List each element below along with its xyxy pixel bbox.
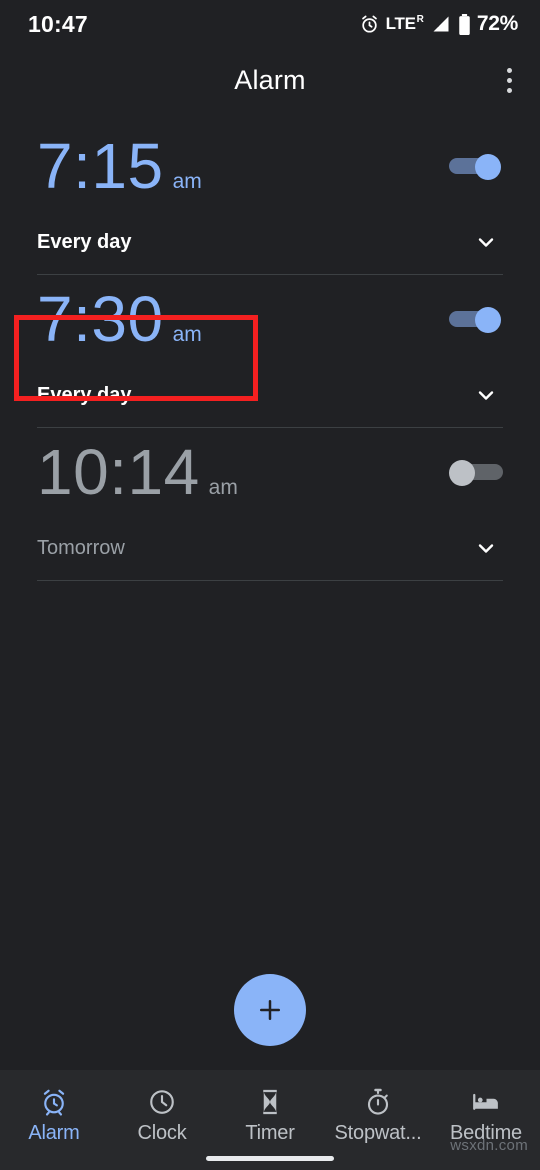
alarm-meridiem: am bbox=[172, 170, 202, 193]
alarm-schedule-label: Every day bbox=[37, 383, 132, 406]
alarm-item[interactable]: 7:15 am Every day bbox=[0, 122, 540, 274]
battery-percent: 72% bbox=[476, 12, 518, 35]
toggle-thumb bbox=[475, 307, 501, 333]
network-type-indicator: LTE R bbox=[385, 14, 424, 33]
alarm-time[interactable]: 7:15 am bbox=[37, 134, 202, 198]
alarm-time-value: 7:30 bbox=[37, 283, 164, 355]
nav-label: Timer bbox=[245, 1122, 295, 1144]
bottom-navigation: Alarm Clock Timer Stopwat... Bedtime bbox=[0, 1070, 540, 1170]
add-alarm-button[interactable] bbox=[234, 974, 306, 1046]
alarm-toggle[interactable] bbox=[449, 154, 503, 180]
chevron-down-icon[interactable] bbox=[469, 225, 503, 259]
alarm-list: 7:15 am Every day 7:30 am Every day 10:1… bbox=[0, 122, 540, 581]
battery-icon bbox=[458, 13, 471, 35]
plus-icon bbox=[260, 1000, 280, 1020]
nav-item-alarm[interactable]: Alarm bbox=[0, 1086, 108, 1145]
app-bar: Alarm bbox=[0, 48, 540, 112]
alarm-schedule-label: Tomorrow bbox=[37, 536, 125, 559]
alarm-time-row: 7:30 am bbox=[37, 275, 503, 363]
nav-label: Stopwat... bbox=[334, 1122, 422, 1144]
alarm-time[interactable]: 10:14 am bbox=[37, 440, 238, 504]
alarm-app-screen: 10:47 LTE R 72% Alarm 7:15 am Every day … bbox=[0, 0, 540, 1170]
alarm-time-row: 10:14 am bbox=[37, 428, 503, 516]
alarm-clock-icon bbox=[39, 1086, 69, 1118]
nav-item-clock[interactable]: Clock bbox=[108, 1086, 216, 1145]
alarm-toggle[interactable] bbox=[449, 307, 503, 333]
alarm-toggle[interactable] bbox=[449, 460, 503, 486]
status-bar-icons: LTE R 72% bbox=[359, 12, 518, 36]
chevron-down-icon[interactable] bbox=[469, 531, 503, 565]
alarm-item[interactable]: 7:30 am Every day bbox=[0, 275, 540, 427]
page-title: Alarm bbox=[234, 64, 306, 95]
alarm-item[interactable]: 10:14 am Tomorrow bbox=[0, 428, 540, 580]
status-bar: 10:47 LTE R 72% bbox=[0, 0, 540, 48]
overflow-menu-button[interactable] bbox=[478, 48, 540, 112]
chevron-down-icon[interactable] bbox=[469, 378, 503, 412]
alarm-time[interactable]: 7:30 am bbox=[37, 287, 202, 351]
alarm-schedule-row: Tomorrow bbox=[37, 516, 503, 580]
alarm-time-value: 10:14 bbox=[37, 436, 200, 508]
dot-icon bbox=[506, 87, 512, 93]
alarm-icon bbox=[359, 14, 380, 35]
alarm-schedule-row: Every day bbox=[37, 210, 503, 274]
watermark: wsxdn.com bbox=[450, 1137, 528, 1154]
alarm-meridiem: am bbox=[208, 476, 238, 499]
nav-label: Alarm bbox=[28, 1122, 80, 1144]
stopwatch-icon bbox=[363, 1086, 393, 1118]
nav-item-stopwatch[interactable]: Stopwat... bbox=[324, 1086, 432, 1145]
alarm-schedule-label: Every day bbox=[37, 230, 132, 253]
hourglass-icon bbox=[255, 1086, 285, 1118]
clock-icon bbox=[147, 1086, 177, 1118]
toggle-thumb bbox=[449, 460, 475, 486]
dot-icon bbox=[506, 67, 512, 73]
nav-label: Clock bbox=[137, 1122, 187, 1144]
bed-icon bbox=[471, 1086, 501, 1118]
alarm-schedule-row: Every day bbox=[37, 363, 503, 427]
alarm-time-row: 7:15 am bbox=[37, 122, 503, 210]
alarm-time-value: 7:15 bbox=[37, 130, 164, 202]
alarm-meridiem: am bbox=[172, 323, 202, 346]
signal-icon bbox=[430, 14, 452, 34]
status-bar-clock: 10:47 bbox=[28, 10, 88, 37]
toggle-thumb bbox=[475, 154, 501, 180]
home-indicator[interactable] bbox=[206, 1156, 334, 1161]
nav-item-timer[interactable]: Timer bbox=[216, 1086, 324, 1145]
dot-icon bbox=[506, 77, 512, 83]
list-divider bbox=[37, 580, 503, 581]
